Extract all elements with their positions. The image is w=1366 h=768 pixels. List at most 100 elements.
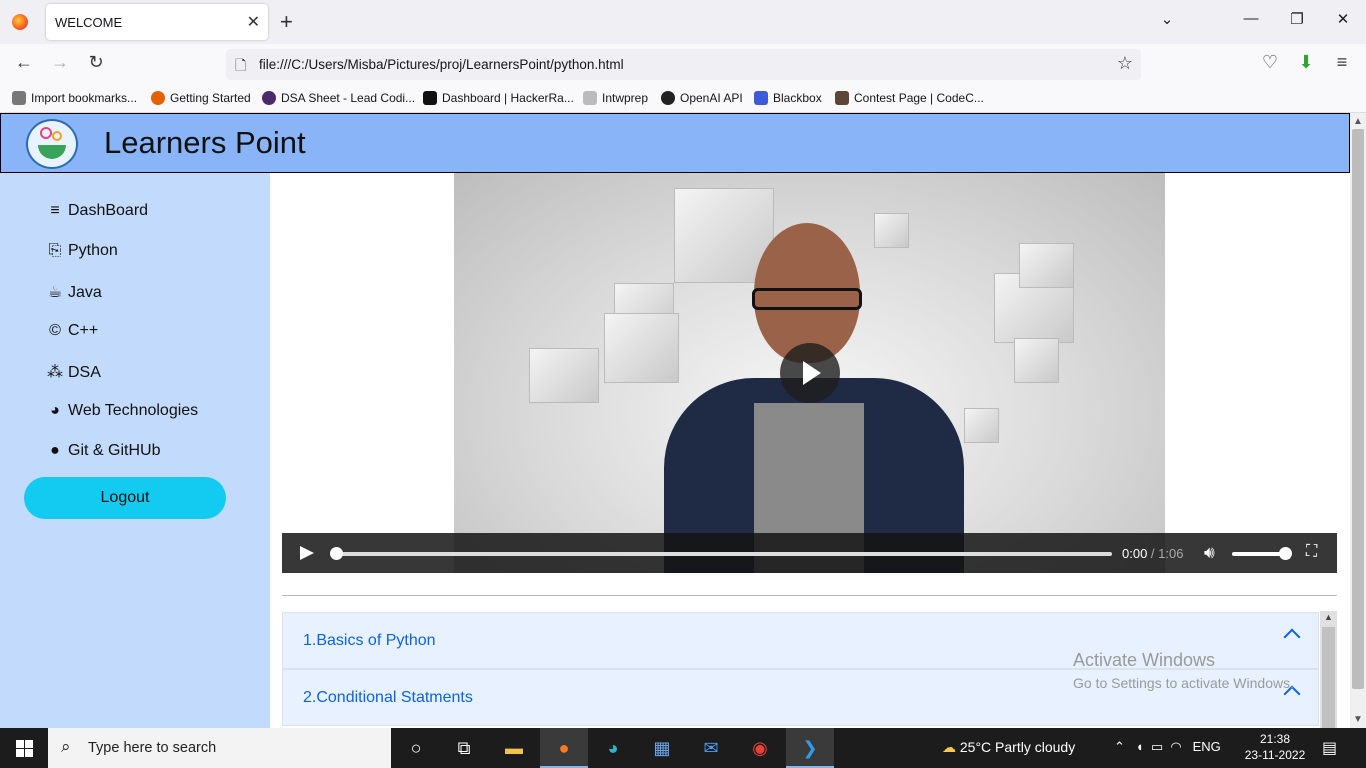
sidebar-item-cpp[interactable]: © C++: [47, 322, 98, 340]
seek-bar[interactable]: [334, 552, 1112, 556]
bookmark-item[interactable]: Intwprep: [583, 91, 648, 105]
pocket-icon[interactable]: ♡: [1258, 52, 1282, 73]
cortana-icon[interactable]: ○: [392, 728, 440, 768]
firefox-taskbar-icon[interactable]: ●: [540, 728, 588, 768]
page-scrollbar[interactable]: ▲ ▼: [1350, 113, 1366, 728]
video-frame[interactable]: [454, 173, 1165, 573]
wifi-icon[interactable]: ◠: [1170, 739, 1181, 754]
bookmark-item[interactable]: Getting Started: [151, 91, 251, 105]
play-icon[interactable]: [300, 546, 314, 560]
bookmark-item[interactable]: Contest Page | CodeC...: [835, 91, 984, 105]
new-tab-button[interactable]: +: [280, 9, 293, 35]
bookmark-item[interactable]: DSA Sheet - Lead Codi...: [262, 91, 415, 105]
chrome-icon[interactable]: ◉: [736, 728, 784, 768]
clock-date: 23-11-2022: [1244, 748, 1306, 762]
page-icon: 🗋: [235, 57, 247, 73]
background-cube: [1019, 243, 1074, 288]
close-window-icon[interactable]: ✕: [1333, 10, 1353, 28]
windows-logo-icon: [25, 749, 33, 757]
bookmark-star-icon[interactable]: ☆: [1117, 53, 1133, 74]
scroll-thumb[interactable]: [1352, 129, 1364, 689]
close-tab-icon[interactable]: ✕: [247, 12, 260, 32]
logo-gear-icon: [52, 131, 62, 141]
accordion-label: 1.Basics of Python: [303, 632, 436, 649]
restore-icon[interactable]: ❐: [1287, 10, 1307, 28]
tab-strip: WELCOME ✕ + ⌄ — ❐ ✕: [0, 0, 1366, 44]
edge-taskbar-icon[interactable]: ◕: [589, 728, 637, 768]
activate-windows-watermark: Activate Windows Go to Settings to activ…: [1073, 650, 1294, 691]
mail-icon[interactable]: ✉: [687, 728, 735, 768]
logout-button[interactable]: Logout: [24, 477, 226, 519]
coffee-icon: ☕: [47, 284, 63, 301]
task-view-icon[interactable]: ⧉: [440, 728, 488, 768]
downloads-icon[interactable]: ⬇: [1294, 52, 1318, 73]
scroll-thumb[interactable]: [1322, 627, 1335, 728]
back-icon[interactable]: ←: [12, 52, 36, 73]
sidebar-item-dsa[interactable]: ⁂ DSA: [47, 362, 101, 382]
hackerrank-icon: [423, 91, 437, 105]
windows-logo-icon: [25, 740, 33, 748]
taskbar-search[interactable]: ⌕ Type here to search: [48, 728, 391, 768]
network-icon[interactable]: ◖: [1136, 739, 1144, 754]
sidebar-item-web-technologies[interactable]: ◕ Web Technologies: [47, 402, 198, 420]
fullscreen-icon[interactable]: ⛶: [1306, 543, 1317, 561]
chevron-up-icon[interactable]: ⌃: [1114, 739, 1125, 754]
presenter-glasses: [752, 288, 862, 310]
background-cube: [529, 348, 599, 403]
watermark-title: Activate Windows: [1073, 650, 1216, 670]
time-display: 0:00 / 1:06: [1122, 546, 1183, 561]
list-all-tabs-icon[interactable]: ⌄: [1157, 10, 1177, 28]
clock-time: 21:38: [1259, 732, 1291, 746]
app-menu-icon[interactable]: ≡: [1330, 52, 1354, 73]
bookmarks-toolbar: Import bookmarks... Getting Started DSA …: [0, 85, 1366, 113]
battery-icon[interactable]: ▭: [1151, 739, 1163, 754]
dsa-icon: [262, 91, 276, 105]
scroll-down-icon[interactable]: ▼: [1350, 714, 1366, 725]
notification-icon[interactable]: ▤: [1322, 738, 1337, 758]
weather-widget[interactable]: ☁ 25°C Partly cloudy: [942, 739, 1075, 756]
sidebar-item-dashboard[interactable]: ≡ DashBoard: [47, 202, 148, 220]
file-explorer-icon[interactable]: ▬: [490, 728, 538, 768]
minimize-icon[interactable]: —: [1241, 10, 1261, 27]
store-icon[interactable]: ▦: [638, 728, 686, 768]
bookmark-item[interactable]: Dashboard | HackerRa...: [423, 91, 574, 105]
duration: 1:06: [1158, 546, 1184, 561]
intwprep-icon: [583, 91, 597, 105]
start-button[interactable]: [0, 728, 48, 768]
bookmark-item[interactable]: Blackbox: [754, 91, 822, 105]
big-play-button[interactable]: [780, 343, 840, 403]
firefox-menu-icon[interactable]: [12, 14, 28, 30]
bookmark-item[interactable]: Import bookmarks...: [12, 91, 137, 105]
volume-icon[interactable]: 🔊︎: [1204, 543, 1215, 563]
url-bar[interactable]: 🗋 file:///C:/Users/Misba/Pictures/proj/L…: [226, 49, 1141, 80]
sidebar-item-python[interactable]: ⎘ Python: [47, 242, 118, 260]
blackbox-icon: [754, 91, 768, 105]
vscode-icon[interactable]: ❯: [786, 728, 834, 768]
accordion-scrollbar[interactable]: ▲: [1320, 611, 1337, 728]
logo[interactable]: [26, 119, 78, 169]
url-text[interactable]: file:///C:/Users/Misba/Pictures/proj/Lea…: [259, 57, 624, 72]
clock[interactable]: 21:38 23-11-2022: [1240, 731, 1310, 763]
video-player[interactable]: 0:00 / 1:06 🔊︎ ⛶: [282, 173, 1337, 573]
background-cube: [604, 313, 679, 383]
brand-title: Learners Point: [104, 125, 306, 160]
chevron-up-icon[interactable]: [1283, 628, 1301, 646]
browser-tab[interactable]: WELCOME ✕: [46, 4, 268, 40]
sidebar-item-java[interactable]: ☕ Java: [47, 282, 102, 302]
forward-icon[interactable]: →: [48, 52, 72, 73]
scroll-up-icon[interactable]: ▲: [1350, 116, 1366, 127]
windows-logo-icon: [16, 749, 24, 757]
seek-handle[interactable]: [330, 547, 343, 560]
bookmark-item[interactable]: OpenAI API: [661, 91, 743, 105]
sitemap-icon: ⁂: [47, 364, 63, 381]
search-placeholder: Type here to search: [88, 740, 217, 756]
volume-handle[interactable]: [1279, 547, 1292, 560]
accordion-label: 2.Conditional Statments: [303, 689, 473, 706]
scroll-up-icon[interactable]: ▲: [1324, 612, 1333, 622]
section-divider: [282, 595, 1337, 596]
page-content: Learners Point ≡ DashBoard ⎘ Python ☕ Java …: [0, 113, 1350, 728]
sidebar-item-git-github[interactable]: ● Git & GitHUb: [47, 442, 160, 460]
reload-icon[interactable]: ↻: [84, 52, 108, 73]
language-indicator[interactable]: ENG: [1193, 739, 1221, 754]
navigation-bar: ← → ↻ 🗋 file:///C:/Users/Misba/Pictures/…: [0, 44, 1366, 85]
